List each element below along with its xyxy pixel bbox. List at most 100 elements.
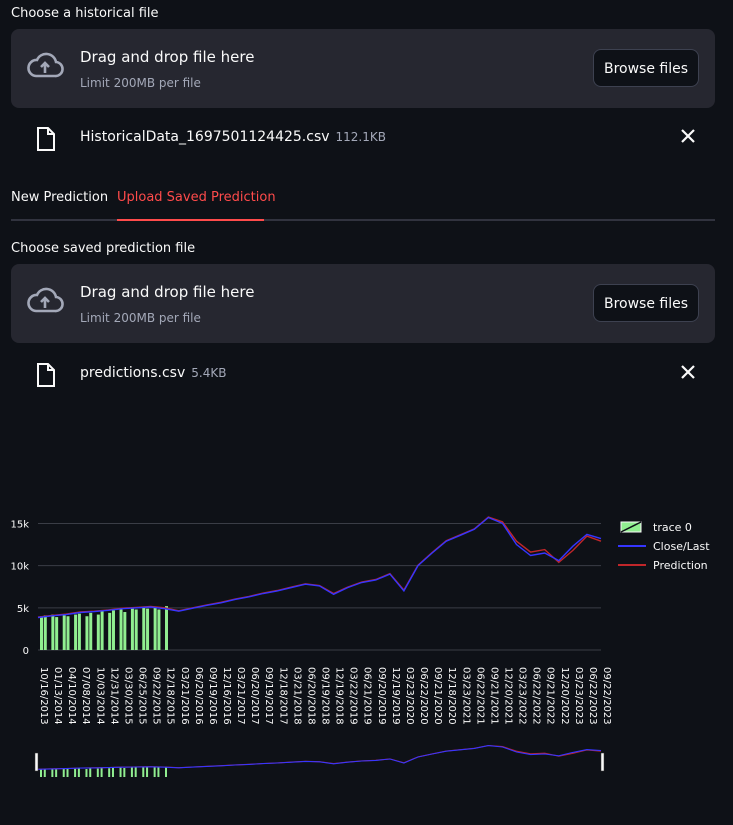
x-tick-label: 09/22/2015 bbox=[151, 667, 162, 725]
x-tick-label: 12/19/2019 bbox=[390, 667, 401, 725]
historical-dropzone[interactable]: Drag and drop file here Limit 200MB per … bbox=[11, 29, 715, 108]
trace0-bar bbox=[77, 613, 81, 650]
file-icon bbox=[37, 127, 55, 151]
range-trace0-bar bbox=[153, 766, 156, 777]
range-trace0-bar bbox=[55, 769, 58, 777]
file-size: 5.4KB bbox=[191, 366, 227, 380]
x-tick-label: 12/31/2014 bbox=[108, 667, 119, 725]
trace0-bar bbox=[96, 614, 100, 650]
trace0-bar bbox=[146, 608, 150, 650]
trace0-bar bbox=[55, 617, 59, 650]
x-tick-label: 09/19/2017 bbox=[263, 667, 274, 725]
range-trace0-bar bbox=[77, 768, 80, 777]
x-tick-label: 06/22/2020 bbox=[418, 667, 429, 725]
trace0-bar bbox=[157, 609, 161, 650]
chart-legend[interactable]: trace 0 Close/Last Prediction bbox=[618, 521, 710, 572]
x-tick-label: 03/22/2019 bbox=[348, 667, 359, 725]
saved-dropzone[interactable]: Drag and drop file here Limit 200MB per … bbox=[11, 264, 715, 343]
x-tick-label: 09/20/2019 bbox=[376, 667, 387, 725]
x-tick-label: 12/19/2018 bbox=[334, 667, 345, 725]
range-trace0-bar bbox=[119, 767, 122, 777]
range-trace0-bar bbox=[85, 769, 88, 777]
tab-new-prediction[interactable]: New Prediction bbox=[11, 190, 108, 205]
range-trace0-bar bbox=[62, 768, 65, 777]
range-line bbox=[37, 745, 602, 770]
file-name-text: predictions.csv bbox=[80, 365, 186, 381]
range-trace0-bar bbox=[123, 768, 126, 777]
range-trace0-bar bbox=[96, 768, 99, 777]
x-tick-label: 09/19/2018 bbox=[320, 667, 331, 725]
range-trace0-bar bbox=[146, 767, 149, 777]
trace0-bar bbox=[62, 615, 66, 650]
range-trace0-bar bbox=[134, 767, 137, 777]
range-slider[interactable] bbox=[34, 739, 605, 781]
legend-label: trace 0 bbox=[653, 521, 692, 534]
x-tick-label: 04/10/2014 bbox=[66, 667, 77, 725]
remove-file-close-icon[interactable] bbox=[679, 127, 697, 145]
prediction-chart[interactable]: 0 5k 10k 15k 10/16/2013 01/13/2014 04/10/2014… bbox=[0, 505, 733, 825]
chart-lines bbox=[37, 516, 602, 619]
cloud-upload-icon bbox=[27, 287, 64, 313]
saved-prediction-label: Choose saved prediction file bbox=[11, 241, 196, 256]
trace0-bar bbox=[66, 616, 70, 650]
x-tick-label: 10/16/2013 bbox=[38, 667, 49, 725]
x-tick-label: 03/30/2015 bbox=[122, 667, 133, 725]
x-axis-ticks: 10/16/2013 01/13/2014 04/10/2014 07/08/2014… bbox=[38, 667, 612, 725]
dropzone-title: Drag and drop file here bbox=[80, 283, 255, 301]
x-tick-label: 03/23/2021 bbox=[460, 667, 471, 725]
file-name-text: HistoricalData_1697501124425.csv bbox=[80, 129, 330, 145]
file-size: 112.1KB bbox=[335, 130, 386, 144]
trace0-bar bbox=[165, 606, 168, 650]
trace0-bar bbox=[119, 609, 123, 650]
x-tick-label: 03/23/2022 bbox=[517, 667, 528, 725]
remove-file-close-icon[interactable] bbox=[679, 363, 697, 381]
range-trace0-bar bbox=[100, 767, 103, 777]
trace0-bar bbox=[130, 608, 134, 650]
x-tick-label: 09/21/2021 bbox=[488, 667, 499, 725]
y-tick-label: 5k bbox=[17, 604, 29, 615]
trace0-bar bbox=[111, 610, 115, 650]
x-tick-label: 09/22/2023 bbox=[601, 667, 612, 725]
historical-file-label: Choose a historical file bbox=[11, 6, 159, 21]
dropzone-limit: Limit 200MB per file bbox=[80, 76, 201, 90]
trace0-bar bbox=[123, 612, 127, 650]
uploaded-file-name: predictions.csv 5.4KB bbox=[80, 365, 226, 381]
x-tick-label: 06/21/2019 bbox=[362, 667, 373, 725]
range-trace0-bar bbox=[157, 767, 160, 777]
y-tick-label: 15k bbox=[10, 519, 29, 530]
range-trace0-bar bbox=[111, 767, 114, 777]
range-trace0-bar bbox=[66, 769, 69, 777]
x-tick-label: 09/19/2016 bbox=[207, 667, 218, 725]
trace0-bars bbox=[40, 606, 168, 650]
x-tick-label: 03/21/2016 bbox=[179, 667, 190, 725]
y-axis-ticks: 0 5k 10k 15k bbox=[10, 519, 29, 657]
range-trace0-bar bbox=[165, 766, 167, 777]
x-tick-label: 06/22/2022 bbox=[531, 667, 542, 725]
x-tick-label: 06/25/2015 bbox=[137, 667, 148, 725]
x-tick-label: 09/21/2022 bbox=[545, 667, 556, 725]
browse-files-button[interactable]: Browse files bbox=[593, 49, 699, 87]
range-trace0-bar bbox=[43, 768, 46, 777]
cloud-upload-icon bbox=[27, 52, 64, 78]
browse-files-button[interactable]: Browse files bbox=[593, 284, 699, 322]
series-line-close-last bbox=[37, 516, 602, 619]
x-tick-label: 06/20/2016 bbox=[193, 667, 204, 725]
x-tick-label: 06/20/2017 bbox=[249, 667, 260, 725]
file-icon bbox=[37, 363, 55, 387]
range-handle-right bbox=[600, 752, 605, 772]
range-trace0-bar bbox=[51, 768, 54, 777]
range-line bbox=[37, 744, 602, 770]
tab-upload-saved-prediction[interactable]: Upload Saved Prediction bbox=[117, 190, 276, 205]
trace0-bar bbox=[134, 609, 138, 650]
x-tick-label: 06/22/2023 bbox=[587, 667, 598, 725]
x-tick-label: 12/18/2020 bbox=[446, 667, 457, 725]
range-trace0-bar bbox=[142, 767, 145, 777]
x-tick-label: 06/20/2018 bbox=[305, 667, 316, 725]
trace0-bar bbox=[40, 616, 43, 650]
trace0-bar bbox=[142, 607, 146, 650]
prediction-tabs: New Prediction Upload Saved Prediction bbox=[11, 186, 715, 221]
x-tick-label: 07/08/2014 bbox=[80, 667, 91, 725]
series-line-prediction bbox=[37, 516, 602, 618]
trace0-bar bbox=[51, 614, 55, 650]
y-tick-label: 10k bbox=[10, 562, 29, 573]
